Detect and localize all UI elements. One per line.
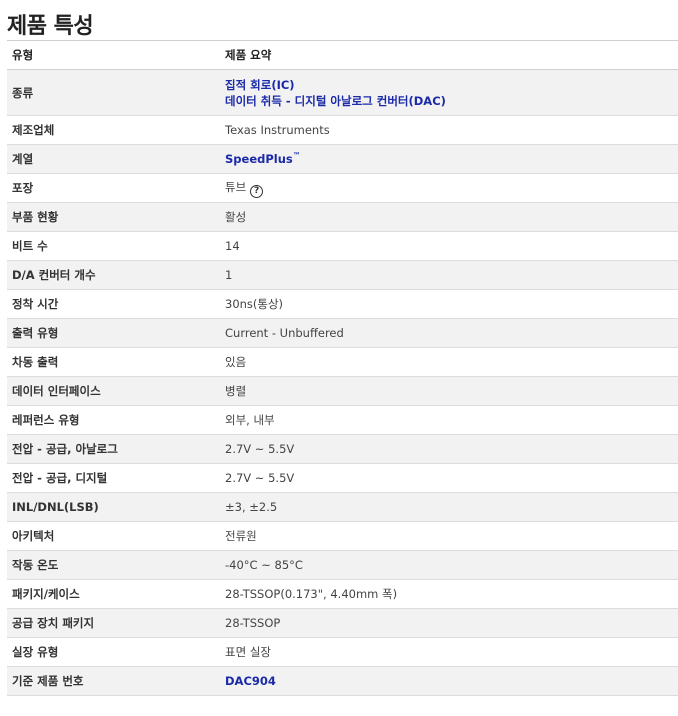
table-row: 작동 온도 -40°C ~ 85°C — [7, 550, 678, 580]
row-value: 병렬 — [220, 376, 678, 406]
table-row: 레퍼런스 유형 외부, 내부 — [7, 405, 678, 435]
table-row: 포장 튜브? — [7, 173, 678, 203]
row-label: 레퍼런스 유형 — [7, 405, 220, 435]
row-label: 데이터 인터페이스 — [7, 376, 220, 406]
row-value: 외부, 내부 — [220, 405, 678, 435]
category-link-dac[interactable]: 데이터 취득 - 디지털 아날로그 컨버터(DAC) — [225, 94, 446, 108]
table-row: 정착 시간 30ns(통상) — [7, 289, 678, 319]
row-label: 패키지/케이스 — [7, 579, 220, 609]
category-link-ic[interactable]: 집적 회로(IC) — [225, 78, 295, 92]
table-row: 데이터 인터페이스 병렬 — [7, 376, 678, 406]
row-value: Texas Instruments — [220, 115, 678, 145]
base-part-number-link[interactable]: DAC904 — [225, 674, 276, 688]
row-label: 아키텍처 — [7, 521, 220, 551]
series-link[interactable]: SpeedPlus™ — [225, 151, 301, 167]
row-label: 정착 시간 — [7, 289, 220, 319]
row-value: 표면 실장 — [220, 637, 678, 667]
table-row: 차동 출력 있음 — [7, 347, 678, 377]
packaging-value: 튜브 — [225, 179, 247, 194]
row-label: 작동 온도 — [7, 550, 220, 580]
table-header-row: 유형 제품 요약 — [7, 40, 678, 70]
table-row: 종류 집적 회로(IC) 데이터 취득 - 디지털 아날로그 컨버터(DAC) — [7, 69, 678, 116]
row-label: 포장 — [7, 173, 220, 203]
table-row: 비트 수 14 — [7, 231, 678, 261]
row-label: 전압 - 공급, 아날로그 — [7, 434, 220, 464]
help-icon[interactable]: ? — [250, 184, 264, 198]
row-value: SpeedPlus™ — [220, 144, 678, 174]
row-value: 2.7V ~ 5.5V — [220, 434, 678, 464]
series-name: SpeedPlus — [225, 152, 293, 167]
table-row: 전압 - 공급, 디지털 2.7V ~ 5.5V — [7, 463, 678, 493]
table-row: 계열 SpeedPlus™ — [7, 144, 678, 174]
row-label: 계열 — [7, 144, 220, 174]
row-label: 종류 — [7, 69, 220, 116]
column-header-type: 유형 — [7, 40, 220, 70]
row-label: 차동 출력 — [7, 347, 220, 377]
row-value: 30ns(통상) — [220, 289, 678, 319]
row-value: 전류원 — [220, 521, 678, 551]
row-value: 1 — [220, 260, 678, 290]
row-value: 28-TSSOP — [220, 608, 678, 638]
trademark-mark: ™ — [292, 151, 301, 161]
table-row: 기준 제품 번호 DAC904 — [7, 666, 678, 696]
row-value: 튜브? — [220, 173, 678, 203]
row-value: 있음 — [220, 347, 678, 377]
table-row: D/A 컨버터 개수 1 — [7, 260, 678, 290]
row-value: 28-TSSOP(0.173", 4.40mm 폭) — [220, 579, 678, 609]
row-label: 부품 현황 — [7, 202, 220, 232]
row-label: 출력 유형 — [7, 318, 220, 348]
row-value: 집적 회로(IC) 데이터 취득 - 디지털 아날로그 컨버터(DAC) — [220, 69, 678, 116]
table-row: 아키텍처 전류원 — [7, 521, 678, 551]
row-label: D/A 컨버터 개수 — [7, 260, 220, 290]
row-value: DAC904 — [220, 666, 678, 696]
row-value: 2.7V ~ 5.5V — [220, 463, 678, 493]
table-row: 실장 유형 표면 실장 — [7, 637, 678, 667]
table-row: 패키지/케이스 28-TSSOP(0.173", 4.40mm 폭) — [7, 579, 678, 609]
table-row: INL/DNL(LSB) ±3, ±2.5 — [7, 492, 678, 522]
table-row: 공급 장치 패키지 28-TSSOP — [7, 608, 678, 638]
row-label: 전압 - 공급, 디지털 — [7, 463, 220, 493]
table-row: 제조업체 Texas Instruments — [7, 115, 678, 145]
column-header-summary: 제품 요약 — [220, 40, 678, 70]
row-value: 활성 — [220, 202, 678, 232]
row-label: INL/DNL(LSB) — [7, 492, 220, 522]
row-label: 공급 장치 패키지 — [7, 608, 220, 638]
row-value: ±3, ±2.5 — [220, 492, 678, 522]
table-row: 출력 유형 Current - Unbuffered — [7, 318, 678, 348]
row-value: Current - Unbuffered — [220, 318, 678, 348]
row-label: 기준 제품 번호 — [7, 666, 220, 696]
product-attributes-table: 유형 제품 요약 종류 집적 회로(IC) 데이터 취득 - 디지털 아날로그 … — [7, 40, 678, 696]
page-title: 제품 특성 — [7, 14, 94, 39]
table-row: 전압 - 공급, 아날로그 2.7V ~ 5.5V — [7, 434, 678, 464]
row-label: 실장 유형 — [7, 637, 220, 667]
row-label: 제조업체 — [7, 115, 220, 145]
row-value: -40°C ~ 85°C — [220, 550, 678, 580]
row-label: 비트 수 — [7, 231, 220, 261]
table-row: 부품 현황 활성 — [7, 202, 678, 232]
row-value: 14 — [220, 231, 678, 261]
